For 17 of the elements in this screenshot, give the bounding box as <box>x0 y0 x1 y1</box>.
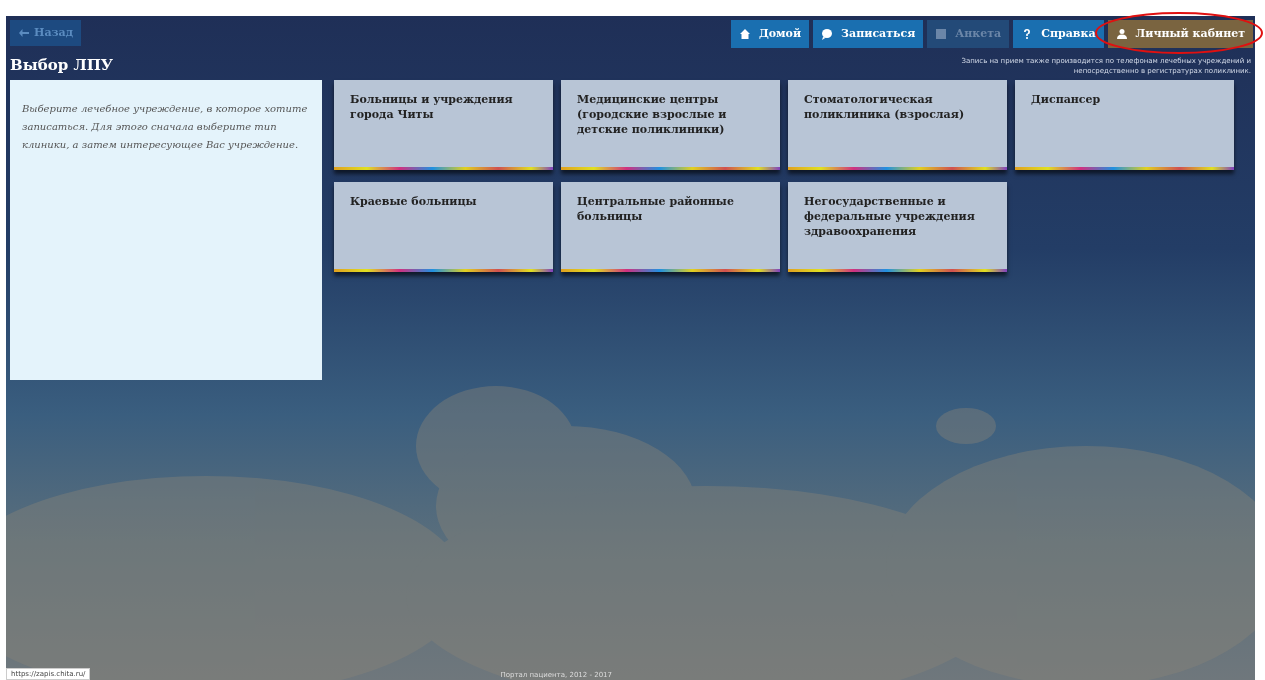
home-icon <box>738 28 751 40</box>
hint-text: Выберите лечебное учреждение, в которое хотите записаться. Для этого сначала выберите тип клиники, а затем интересующее Вас учреждение. <box>22 101 309 152</box>
nav-button[interactable]: Личный кабинет <box>1107 20 1253 48</box>
nav-button[interactable]: Домой <box>730 20 810 48</box>
category-tile[interactable]: Краевые больницы <box>334 181 553 272</box>
arrow-left-icon <box>18 27 30 39</box>
category-tile[interactable]: Центральные районные больницы <box>561 181 780 272</box>
category-tile[interactable]: Медицинские центры (городские взрослые и детские поликлиники) <box>561 79 780 170</box>
category-tile[interactable]: Негосударственные и федеральные учреждения здравоохранения <box>788 181 1007 272</box>
category-tile[interactable]: Стоматологическая поликлиника (взрослая) <box>788 79 1007 170</box>
user-icon <box>1115 28 1128 40</box>
category-tile[interactable]: Диспансер <box>1015 79 1234 170</box>
nav-button[interactable]: Справка <box>1013 20 1104 48</box>
nav-button[interactable]: Записаться <box>813 20 924 48</box>
category-tile[interactable]: Больницы и учреждения города Читы <box>334 79 553 170</box>
page-title: Выбор ЛПУ <box>10 55 114 76</box>
speech-bubble-icon <box>821 28 834 40</box>
